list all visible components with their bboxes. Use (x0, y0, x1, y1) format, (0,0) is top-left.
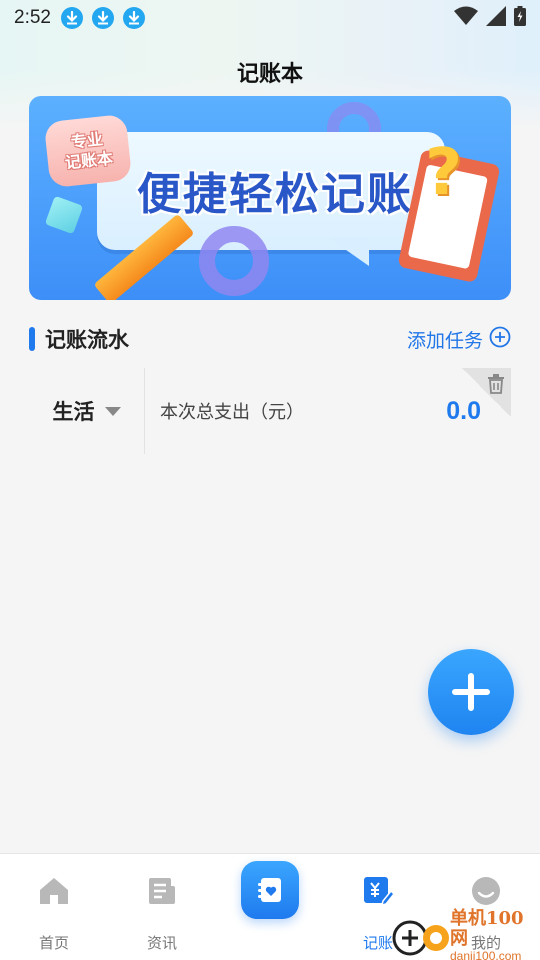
section-header: 记账流水 添加任务 (29, 324, 511, 354)
cube-decoration (44, 195, 84, 235)
signal-icon (486, 6, 506, 30)
trash-icon (488, 374, 504, 394)
record-row: 生活 本次总支出（元） 0.0 (29, 368, 511, 454)
nav-label-news: 资讯 (146, 934, 177, 952)
watermark-name: 单机100网 (450, 908, 524, 949)
watermark-text: 单机100网 danji100.com (450, 909, 540, 960)
page-title: 记账本 (236, 62, 303, 87)
news-icon (147, 874, 177, 908)
add-task-label: 添加任务 (406, 329, 483, 352)
plus-icon (452, 673, 490, 711)
banner-headline: 便捷轻松记账 (137, 169, 413, 220)
nav-item-news[interactable]: 资讯 (108, 854, 216, 960)
question-mark-icon: ? (425, 136, 463, 210)
nav-label-ledger: 记账 (362, 934, 393, 952)
banner-tag: 专业 记账本 (43, 113, 133, 189)
nav-label-home: 首页 (38, 934, 69, 952)
battery-icon (514, 6, 526, 30)
notebook-heart-icon (258, 878, 281, 902)
section-title: 记账流水 (45, 328, 129, 352)
category-label: 生活 (52, 400, 95, 424)
speech-bubble-tail (329, 238, 369, 266)
plus-circle-icon (489, 326, 511, 353)
section-accent-bar (29, 327, 35, 351)
add-record-fab[interactable] (428, 649, 514, 735)
nav-item-notebook[interactable] (241, 861, 299, 919)
add-task-button[interactable]: 添加任务 (407, 326, 511, 353)
watermark-url: danji100.com (450, 949, 522, 960)
download-icon (122, 7, 145, 29)
delete-button[interactable] (461, 368, 511, 416)
category-selector[interactable]: 生活 (29, 368, 145, 454)
promo-banner[interactable]: 便捷轻松记账 专业 记账本 ? (29, 96, 511, 300)
status-time: 2:52 (14, 7, 51, 28)
download-icon (60, 7, 83, 29)
download-icon (91, 7, 114, 29)
home-icon (38, 874, 70, 908)
status-bar: 2:52 (0, 0, 540, 36)
site-watermark: 单机100网 danji100.com (392, 909, 540, 960)
nav-item-home[interactable]: 首页 (0, 854, 108, 960)
expense-label: 本次总支出（元） (160, 402, 304, 423)
watermark-logo-icon (392, 918, 449, 956)
chevron-down-icon (104, 406, 121, 416)
status-indicators (454, 6, 526, 30)
ring-decoration (199, 226, 269, 296)
ledger-icon (362, 874, 394, 908)
banner-tag-line2: 记账本 (64, 148, 114, 173)
wifi-icon (454, 6, 478, 30)
profile-icon (471, 874, 501, 908)
